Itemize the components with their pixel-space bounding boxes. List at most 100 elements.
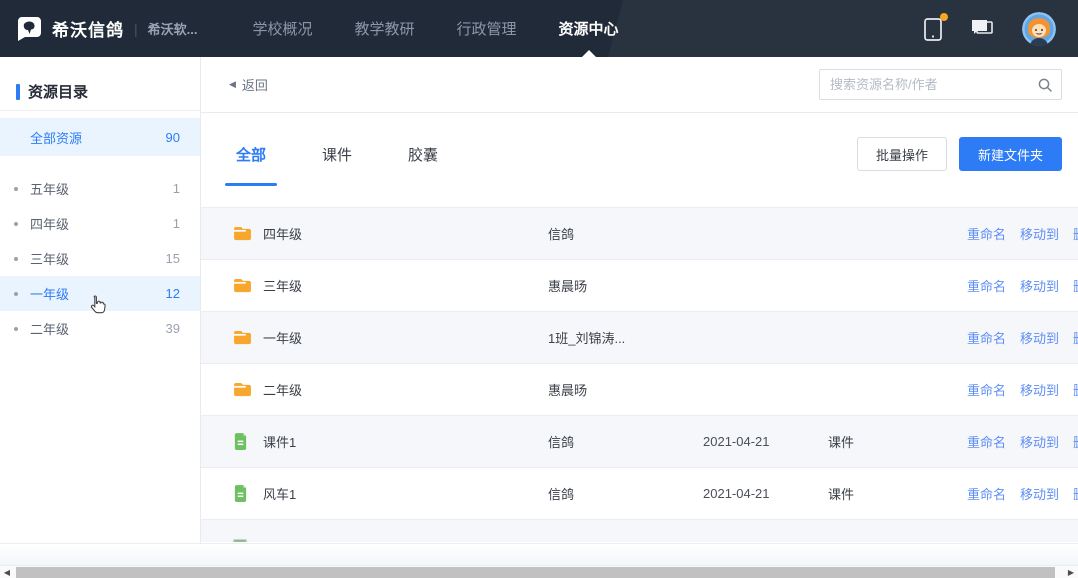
table-row[interactable]: 三年级 惠晨旸 重命名 移动到 删除 bbox=[201, 259, 1078, 311]
resource-name: 三年级 bbox=[263, 276, 548, 295]
delete-link[interactable]: 删除 bbox=[1073, 484, 1078, 503]
top-nav-bar: 希沃信鸽 | 希沃软... 学校概况 教学教研 行政管理 资源中心 bbox=[0, 0, 1078, 57]
title-accent-bar bbox=[16, 84, 20, 100]
resource-date: 2021-04-21 bbox=[703, 434, 828, 449]
delete-link[interactable]: 删除 bbox=[1073, 224, 1078, 243]
delete-link[interactable]: 删除 bbox=[1073, 432, 1078, 451]
sidebar-header: 资源目录 bbox=[0, 57, 200, 110]
rename-link[interactable]: 重命名 bbox=[967, 432, 1006, 451]
sidebar-item-grade4[interactable]: 四年级 1 bbox=[0, 206, 200, 241]
move-to-link[interactable]: 移动到 bbox=[1020, 432, 1059, 451]
sidebar-item-grade2[interactable]: 二年级 39 bbox=[0, 311, 200, 346]
nav-item-resource-center[interactable]: 资源中心 bbox=[559, 0, 619, 57]
move-to-link[interactable]: 移动到 bbox=[1020, 484, 1059, 503]
app-logo[interactable]: 希沃信鸽 | 希沃软... bbox=[16, 15, 197, 42]
delete-link[interactable]: 删除 bbox=[1073, 276, 1078, 295]
resource-table: 四年级 信鸽 重命名 移动到 删除 三年级 惠晨旸 重命名 bbox=[201, 207, 1078, 543]
rename-link[interactable]: 重命名 bbox=[967, 484, 1006, 503]
move-to-link[interactable]: 移动到 bbox=[1020, 276, 1059, 295]
app-name: 希沃信鸽 bbox=[52, 16, 124, 41]
horizontal-scrollbar[interactable]: ◀ ▶ bbox=[0, 565, 1078, 578]
back-arrow-icon: ◀ bbox=[229, 79, 236, 90]
tab-capsule[interactable]: 胶囊 bbox=[408, 113, 438, 195]
count-badge: 39 bbox=[166, 321, 180, 336]
resource-author: 信鸽 bbox=[548, 432, 703, 451]
resource-tabs: 全部 课件 胶囊 bbox=[236, 113, 494, 195]
batch-operation-button[interactable]: 批量操作 bbox=[857, 137, 947, 171]
delete-link[interactable]: 删除 bbox=[1073, 328, 1078, 347]
content-toolbar: ◀ 返回 bbox=[201, 57, 1078, 112]
main-nav: 学校概况 教学教研 行政管理 资源中心 bbox=[231, 0, 639, 57]
bullet-dot bbox=[14, 222, 18, 226]
sidebar-item-grade5[interactable]: 五年级 1 bbox=[0, 171, 200, 206]
page-body: 资源目录 全部资源 90 五年级 1 四年级 1 三年级 15 bbox=[0, 57, 1078, 543]
table-row[interactable]: 四年级 信鸽 重命名 移动到 删除 bbox=[201, 207, 1078, 259]
back-button[interactable]: ◀ 返回 bbox=[229, 75, 268, 94]
main-content: ◀ 返回 全部 课件 胶囊 bbox=[201, 57, 1078, 543]
table-row[interactable]: 风车1 信鸽 2021-04-21 课件 重命名 移动到 删除 bbox=[201, 467, 1078, 519]
messages-button[interactable] bbox=[970, 18, 996, 39]
count-badge: 90 bbox=[166, 130, 180, 145]
move-to-link[interactable]: 移动到 bbox=[1020, 328, 1059, 347]
search-input[interactable] bbox=[830, 77, 1037, 92]
table-row-partial bbox=[201, 519, 1078, 542]
resource-author: 惠晨旸 bbox=[548, 276, 703, 295]
table-row[interactable]: 一年级 1班_刘锦涛... 重命名 移动到 删除 bbox=[201, 311, 1078, 363]
sidebar-item-grade1[interactable]: 一年级 12 bbox=[0, 276, 200, 311]
user-avatar[interactable] bbox=[1022, 12, 1056, 46]
count-badge: 1 bbox=[173, 181, 180, 196]
count-badge: 15 bbox=[166, 251, 180, 266]
folder-icon bbox=[233, 330, 252, 345]
resource-author: 惠晨旸 bbox=[548, 380, 703, 399]
bullet-dot bbox=[14, 187, 18, 191]
bullet-dot bbox=[14, 327, 18, 331]
nav-item-administration[interactable]: 行政管理 bbox=[457, 0, 517, 57]
count-badge: 12 bbox=[166, 286, 180, 301]
resource-name: 一年级 bbox=[263, 328, 548, 347]
sidebar-divider bbox=[0, 110, 200, 111]
pigeon-logo-icon bbox=[16, 15, 43, 42]
folder-icon bbox=[233, 278, 252, 293]
scrollbar-thumb[interactable] bbox=[16, 567, 1055, 578]
resource-date: 2021-04-21 bbox=[703, 486, 828, 501]
tab-courseware[interactable]: 课件 bbox=[322, 113, 352, 195]
move-to-link[interactable]: 移动到 bbox=[1020, 224, 1059, 243]
table-row[interactable]: 二年级 惠晨旸 重命名 移动到 删除 bbox=[201, 363, 1078, 415]
delete-link[interactable]: 删除 bbox=[1073, 380, 1078, 399]
search-box bbox=[819, 69, 1062, 100]
clipped-file-icon bbox=[233, 539, 247, 542]
resource-type: 课件 bbox=[828, 432, 953, 451]
nav-item-school-overview[interactable]: 学校概况 bbox=[252, 0, 312, 57]
new-folder-button[interactable]: 新建文件夹 bbox=[959, 137, 1062, 171]
courseware-file-icon bbox=[233, 485, 252, 502]
resource-author: 信鸽 bbox=[548, 224, 703, 243]
sidebar-title: 资源目录 bbox=[28, 81, 88, 102]
search-icon[interactable] bbox=[1037, 77, 1053, 93]
chat-icon bbox=[970, 18, 996, 39]
active-tab-underline bbox=[225, 183, 277, 186]
nav-item-teaching-research[interactable]: 教学教研 bbox=[355, 0, 415, 57]
rename-link[interactable]: 重命名 bbox=[967, 276, 1006, 295]
resource-author: 1班_刘锦涛... bbox=[548, 328, 703, 347]
bullet-dot bbox=[14, 257, 18, 261]
sidebar-item-all-resources[interactable]: 全部资源 90 bbox=[0, 118, 200, 156]
org-name: 希沃软... bbox=[148, 19, 198, 38]
sidebar-item-grade3[interactable]: 三年级 15 bbox=[0, 241, 200, 276]
scroll-left-arrow[interactable]: ◀ bbox=[0, 566, 14, 578]
scroll-right-arrow[interactable]: ▶ bbox=[1064, 566, 1078, 578]
bullet-dot bbox=[14, 292, 18, 296]
resource-directory-sidebar: 资源目录 全部资源 90 五年级 1 四年级 1 三年级 15 bbox=[0, 57, 201, 543]
move-to-link[interactable]: 移动到 bbox=[1020, 380, 1059, 399]
resource-name: 风车1 bbox=[263, 484, 548, 503]
rename-link[interactable]: 重命名 bbox=[967, 328, 1006, 347]
mobile-device-button[interactable] bbox=[923, 16, 944, 42]
rename-link[interactable]: 重命名 bbox=[967, 224, 1006, 243]
grade-folder-list: 五年级 1 四年级 1 三年级 15 一年级 12 二年级 39 bbox=[0, 171, 200, 346]
header-actions bbox=[897, 12, 1078, 46]
tab-all[interactable]: 全部 bbox=[236, 113, 266, 195]
courseware-file-icon bbox=[233, 433, 252, 450]
table-row[interactable]: 课件1 信鸽 2021-04-21 课件 重命名 移动到 删除 bbox=[201, 415, 1078, 467]
bottom-spacer-band bbox=[0, 543, 1078, 565]
resource-name: 二年级 bbox=[263, 380, 548, 399]
rename-link[interactable]: 重命名 bbox=[967, 380, 1006, 399]
